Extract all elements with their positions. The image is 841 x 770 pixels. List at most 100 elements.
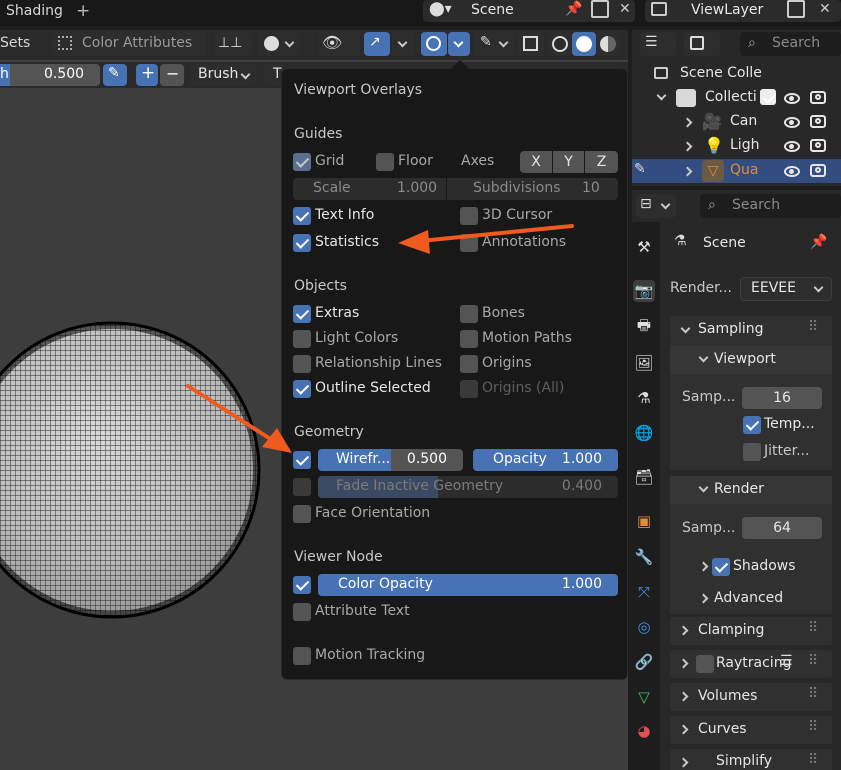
pressure-toggle[interactable]: ✎ xyxy=(103,64,127,86)
curves-drag-handle-icon[interactable]: ⠿ xyxy=(808,719,818,735)
clamping-drag-handle-icon[interactable]: ⠿ xyxy=(808,620,818,636)
raytracing-checkbox[interactable] xyxy=(696,655,714,673)
wireframe-opacity-slider[interactable]: Opacity 1.000 xyxy=(473,449,618,471)
shading-wireframe[interactable] xyxy=(548,32,572,56)
camera-render-icon[interactable] xyxy=(810,115,826,128)
sets-label[interactable]: Sets xyxy=(0,35,30,51)
shading-solid[interactable] xyxy=(572,32,596,56)
collection-eye-icon[interactable] xyxy=(784,93,800,104)
tool-tab-icon[interactable]: ⚒ xyxy=(633,236,655,258)
simplify-panel-header[interactable]: Simplify ⠿ xyxy=(670,749,832,770)
outliner-object-row[interactable]: ✎ ▽ Qua xyxy=(632,159,841,183)
strength-field[interactable]: h 0.500 xyxy=(0,64,100,86)
raytracing-list-icon[interactable]: ☰ xyxy=(780,653,793,669)
collection-row[interactable]: Collecti xyxy=(632,86,841,110)
pin-context-icon[interactable]: 📌 xyxy=(810,234,827,250)
modifier-tab-icon[interactable]: 🔧 xyxy=(633,546,655,568)
curves-panel-header[interactable]: Curves ⠿ xyxy=(670,716,832,744)
shadows-checkbox[interactable] xyxy=(712,558,730,576)
grid-scale-field[interactable]: Scale 1.000 xyxy=(293,178,446,200)
temporal-reprojection-checkbox[interactable] xyxy=(743,416,761,434)
snap-dropdown[interactable]: ⊥⊥ xyxy=(214,32,252,56)
render-samples-field[interactable]: 64 xyxy=(742,517,822,539)
shading-material[interactable] xyxy=(596,32,620,56)
shadows-subpanel-header[interactable]: Shadows xyxy=(670,553,832,581)
extras-checkbox[interactable] xyxy=(293,305,311,323)
outliner-camera-row[interactable]: 🎥 Can xyxy=(632,110,841,134)
bones-checkbox[interactable] xyxy=(460,305,478,323)
outliner-light-row[interactable]: 💡 Ligh xyxy=(632,134,841,158)
data-tab-icon[interactable]: ▽ xyxy=(633,686,655,708)
face-orientation-checkbox[interactable] xyxy=(293,505,311,523)
render-tab-icon[interactable]: 📷 xyxy=(633,280,655,302)
output-tab-icon[interactable]: 🖶 xyxy=(633,316,655,338)
scene-collection-row[interactable]: Scene Colle xyxy=(632,62,841,86)
render-engine-dropdown[interactable]: EEVEE xyxy=(740,277,832,301)
particles-tab-icon[interactable]: ⤧ xyxy=(633,581,655,603)
brush-menu[interactable]: Brush xyxy=(190,64,256,86)
xray-toggle[interactable] xyxy=(518,32,544,56)
camera-eye-icon[interactable] xyxy=(784,117,800,128)
outliner-search-input[interactable]: ⌕ Search xyxy=(740,32,841,56)
gizmo-dropdown[interactable] xyxy=(392,32,414,56)
new-viewlayer-icon[interactable] xyxy=(787,0,805,18)
material-tab-icon[interactable]: ◕ xyxy=(633,720,655,742)
drag-handle-icon[interactable]: ⠿ xyxy=(808,319,818,335)
grid-checkbox[interactable] xyxy=(293,153,311,171)
floor-checkbox[interactable] xyxy=(376,153,394,171)
color-opacity-checkbox[interactable] xyxy=(293,576,311,594)
light-render-icon[interactable] xyxy=(810,139,826,152)
fade-inactive-checkbox[interactable] xyxy=(293,478,311,496)
close-viewlayer-icon[interactable]: ✕ xyxy=(819,1,831,17)
light-eye-icon[interactable] xyxy=(784,141,800,152)
viewport-samples-field[interactable]: 16 xyxy=(742,387,822,409)
viewport-subpanel-header[interactable]: Viewport xyxy=(670,346,832,374)
advanced-subpanel-header[interactable]: Advanced xyxy=(670,585,832,613)
3d-cursor-checkbox[interactable] xyxy=(460,207,478,225)
sphere-mesh[interactable] xyxy=(0,320,282,620)
overlays-toggle[interactable] xyxy=(421,32,447,56)
fade-inactive-slider[interactable]: Fade Inactive Geometry 0.400 xyxy=(318,476,618,498)
axis-y-toggle[interactable]: Y xyxy=(553,151,584,173)
object-render-icon[interactable] xyxy=(810,164,826,177)
motion-tracking-checkbox[interactable] xyxy=(293,647,311,665)
statistics-checkbox[interactable] xyxy=(293,234,311,252)
workspace-tab-shading[interactable]: Shading xyxy=(6,3,63,19)
origins-checkbox[interactable] xyxy=(460,355,478,373)
attribute-text-checkbox[interactable] xyxy=(293,603,311,621)
grid-subdivisions-field[interactable]: Subdivisions 10 xyxy=(447,178,618,200)
shading-color-dropdown[interactable] xyxy=(258,32,300,56)
gizmo-toggle[interactable]: ↗ xyxy=(364,32,390,56)
add-workspace-button[interactable]: + xyxy=(76,1,90,21)
view-layer-tab-icon[interactable]: 🖼 xyxy=(633,352,655,374)
display-mode-dropdown[interactable]: ☰ xyxy=(640,32,676,56)
wireframe-checkbox[interactable] xyxy=(293,451,311,469)
text-info-checkbox[interactable] xyxy=(293,207,311,225)
collection-exclude-checkbox[interactable] xyxy=(760,89,776,105)
add-brush-button[interactable]: + xyxy=(136,63,158,86)
raytracing-drag-handle-icon[interactable]: ⠿ xyxy=(808,653,818,669)
wireframe-slider[interactable]: Wirefr... 0.500 xyxy=(318,449,463,471)
relationship-lines-checkbox[interactable] xyxy=(293,355,311,373)
axis-x-toggle[interactable]: X xyxy=(520,151,552,173)
mesh-edit-overlays-dropdown[interactable]: ✎ xyxy=(474,32,514,56)
close-scene-icon[interactable]: ✕ xyxy=(619,1,631,17)
overlays-dropdown[interactable] xyxy=(448,32,470,56)
annotations-checkbox[interactable] xyxy=(460,234,478,252)
light-colors-checkbox[interactable] xyxy=(293,330,311,348)
viewlayer-selector[interactable]: ViewLayer ✕ xyxy=(645,0,841,22)
new-scene-icon[interactable] xyxy=(591,0,609,18)
sampling-panel-header[interactable]: Sampling ⠿ xyxy=(670,316,832,344)
simplify-drag-handle-icon[interactable]: ⠿ xyxy=(808,752,818,768)
visibility-dropdown[interactable]: 👁 xyxy=(318,32,360,56)
raytracing-panel-header[interactable]: Raytracing ☰ ⠿ xyxy=(670,650,832,678)
constraints-tab-icon[interactable]: 🔗 xyxy=(633,651,655,673)
axis-z-toggle[interactable]: Z xyxy=(585,151,618,173)
jitter-camera-checkbox[interactable] xyxy=(743,443,761,461)
object-eye-icon[interactable] xyxy=(784,166,800,177)
scene-selector[interactable]: ⬤▾ Scene 📌 ✕ xyxy=(423,0,635,22)
scene-tab-icon[interactable]: ⚗ xyxy=(633,387,655,409)
color-opacity-slider[interactable]: Color Opacity 1.000 xyxy=(318,574,618,596)
volumes-panel-header[interactable]: Volumes ⠿ xyxy=(670,683,832,711)
collection-tab-icon[interactable]: 🗃 xyxy=(633,466,655,488)
